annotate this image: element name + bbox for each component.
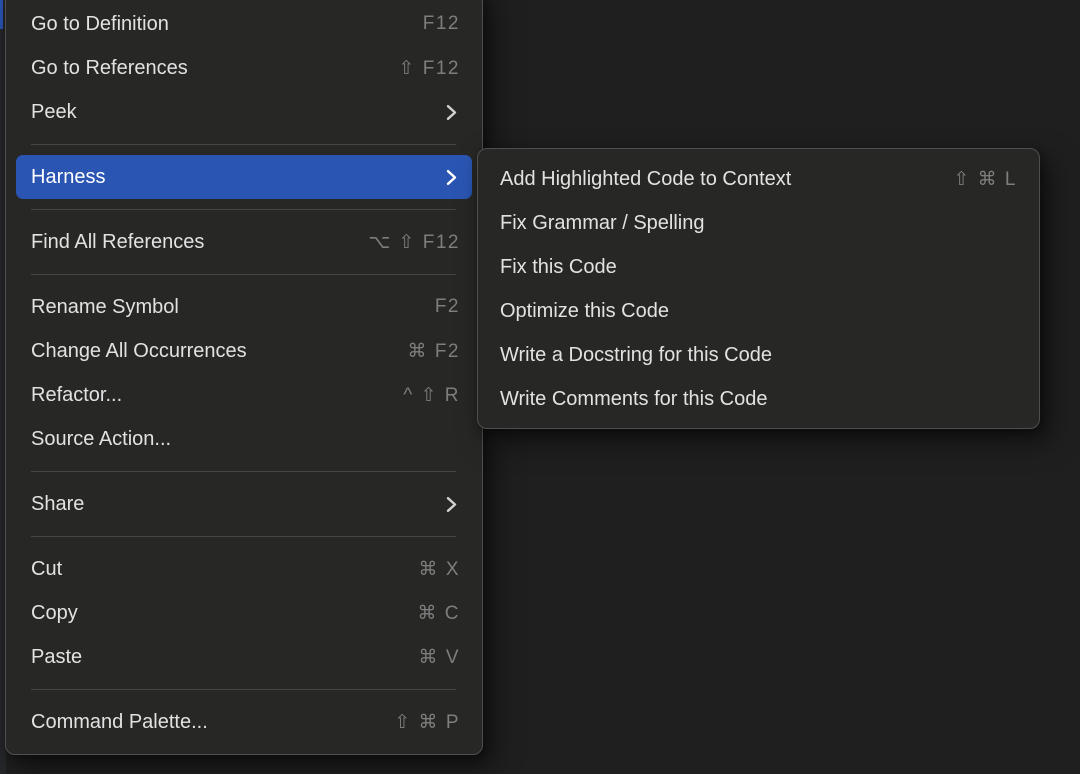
menu-item-shortcut: ⌘ X — [395, 558, 460, 581]
menu-item-shortcut: ⌘ V — [395, 646, 460, 669]
menu-item-write-a-docstring-for-this-code[interactable]: Write a Docstring for this Code — [478, 333, 1039, 377]
menu-item-label: Find All References — [31, 231, 204, 254]
menu-item-harness[interactable]: Harness — [16, 155, 472, 199]
menu-item-shortcut: ^ ⇧ R — [379, 384, 460, 407]
menu-item-rename-symbol[interactable]: Rename Symbol F2 — [16, 285, 472, 329]
menu-item-label: Share — [31, 493, 84, 516]
menu-separator — [31, 689, 456, 690]
chevron-right-icon — [446, 496, 457, 513]
menu-item-label: Go to References — [31, 57, 188, 80]
menu-item-find-all-references[interactable]: Find All References ⌥ ⇧ F12 — [16, 220, 472, 264]
menu-item-label: Copy — [31, 602, 78, 625]
menu-item-shortcut: ⌘ F2 — [384, 340, 460, 363]
editor-backdrop-selection-fragment — [0, 0, 3, 29]
harness-submenu: Add Highlighted Code to Context ⇧ ⌘ L Fi… — [477, 148, 1040, 429]
chevron-right-icon — [446, 104, 457, 121]
menu-item-go-to-references[interactable]: Go to References ⇧ F12 — [16, 46, 472, 90]
menu-item-shortcut: ⌥ ⇧ F12 — [344, 231, 460, 254]
menu-item-label: Peek — [31, 101, 77, 124]
menu-item-change-all-occurrences[interactable]: Change All Occurrences ⌘ F2 — [16, 329, 472, 373]
menu-item-refactor[interactable]: Refactor... ^ ⇧ R — [16, 373, 472, 417]
menu-item-shortcut: ⇧ F12 — [375, 57, 460, 80]
menu-item-label: Change All Occurrences — [31, 340, 247, 363]
menu-item-label: Fix Grammar / Spelling — [500, 212, 705, 235]
menu-item-label: Paste — [31, 646, 82, 669]
menu-item-label: Rename Symbol — [31, 296, 179, 319]
menu-item-label: Fix this Code — [500, 256, 617, 279]
menu-separator — [31, 209, 456, 210]
menu-separator — [31, 536, 456, 537]
menu-separator — [31, 274, 456, 275]
menu-item-shortcut: ⇧ ⌘ P — [370, 711, 460, 734]
menu-item-add-highlighted-code-to-context[interactable]: Add Highlighted Code to Context ⇧ ⌘ L — [478, 157, 1039, 201]
menu-item-label: Add Highlighted Code to Context — [500, 168, 791, 191]
menu-item-label: Command Palette... — [31, 711, 208, 734]
menu-item-shortcut: ⇧ ⌘ L — [929, 168, 1017, 191]
menu-item-shortcut: F2 — [411, 296, 460, 318]
menu-item-shortcut: F12 — [399, 13, 460, 35]
menu-separator — [31, 471, 456, 472]
menu-item-label: Source Action... — [31, 428, 171, 451]
menu-item-label: Optimize this Code — [500, 300, 669, 323]
chevron-right-icon — [446, 169, 457, 186]
menu-item-source-action[interactable]: Source Action... — [16, 417, 472, 461]
menu-item-label: Harness — [31, 166, 105, 189]
menu-item-label: Go to Definition — [31, 13, 169, 36]
menu-item-optimize-this-code[interactable]: Optimize this Code — [478, 289, 1039, 333]
menu-item-label: Write a Docstring for this Code — [500, 344, 772, 367]
menu-item-paste[interactable]: Paste ⌘ V — [16, 635, 472, 679]
menu-item-fix-grammar-spelling[interactable]: Fix Grammar / Spelling — [478, 201, 1039, 245]
menu-item-write-comments-for-this-code[interactable]: Write Comments for this Code — [478, 377, 1039, 421]
menu-item-cut[interactable]: Cut ⌘ X — [16, 547, 472, 591]
menu-item-copy[interactable]: Copy ⌘ C — [16, 591, 472, 635]
menu-item-share[interactable]: Share — [16, 482, 472, 526]
menu-item-shortcut: ⌘ C — [394, 602, 461, 625]
editor-context-menu: Go to Definition F12 Go to References ⇧ … — [5, 0, 483, 755]
menu-item-command-palette[interactable]: Command Palette... ⇧ ⌘ P — [16, 700, 472, 744]
menu-item-go-to-definition[interactable]: Go to Definition F12 — [16, 2, 472, 46]
menu-separator — [31, 144, 456, 145]
menu-item-label: Refactor... — [31, 384, 122, 407]
menu-item-fix-this-code[interactable]: Fix this Code — [478, 245, 1039, 289]
menu-item-peek[interactable]: Peek — [16, 90, 472, 134]
menu-item-label: Write Comments for this Code — [500, 388, 768, 411]
menu-item-label: Cut — [31, 558, 62, 581]
